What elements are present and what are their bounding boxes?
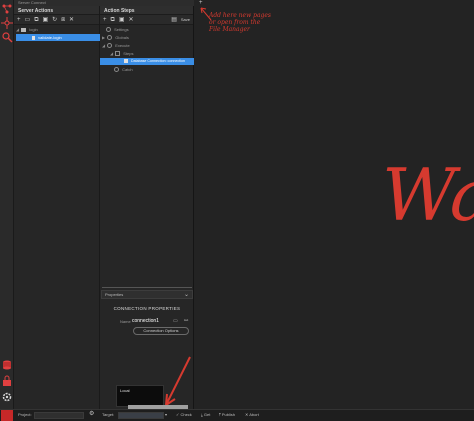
copy-step-icon[interactable]: ⧉ <box>111 17 115 23</box>
target-dropdown-popup: Local <box>116 385 164 407</box>
properties-header[interactable]: Properties ⌄ <box>101 290 193 299</box>
security-icon[interactable] <box>1 374 13 386</box>
paste-icon[interactable]: ▣ <box>42 17 48 23</box>
app-logo-icon[interactable] <box>1 410 13 421</box>
steps-icon <box>115 51 121 57</box>
target-chevron-icon[interactable]: ▾ <box>165 412 167 417</box>
tree-folder-label: login <box>29 27 38 32</box>
gear-icon <box>106 27 111 33</box>
globe-icon <box>107 35 113 41</box>
action-steps-header: Action Steps <box>100 6 193 15</box>
tree-folder-row[interactable]: ◢ login <box>16 26 100 33</box>
paste-step-icon[interactable]: ▣ <box>119 17 125 23</box>
annotation-arrow-large <box>164 353 224 413</box>
target-option-local[interactable]: Local <box>117 386 163 395</box>
database-icon[interactable] <box>1 358 13 370</box>
chevron-down-icon[interactable]: ⌄ <box>184 291 189 298</box>
folder-open-icon[interactable]: ▭ <box>173 318 178 324</box>
target-label: Target: <box>102 412 115 417</box>
name-label: Name <box>120 319 131 324</box>
step-steps[interactable]: ◢ Steps <box>110 50 133 57</box>
caret-down-icon[interactable]: ◢ <box>102 42 106 49</box>
folder-icon <box>21 27 27 32</box>
step-execute[interactable]: ◢ Execute <box>102 42 130 49</box>
main-canvas: + Add here new pages or open from the Fi… <box>165 0 474 409</box>
file-icon <box>32 35 35 40</box>
check-button[interactable]: ✓ Check <box>176 412 192 417</box>
caret-down-icon[interactable]: ◢ <box>16 26 20 33</box>
canvas-logo-text: Wa <box>382 153 474 237</box>
target-select[interactable] <box>118 412 164 419</box>
step-globals[interactable]: ▶ Globals <box>102 34 129 41</box>
action-steps-toolbar: + ⧉ ▣ ✕ ▤ Save <box>100 15 193 25</box>
server-actions-toolbar: + ▭ ⧉ ▣ ↻ ⧈ ✕ <box>14 15 99 25</box>
link-icon[interactable]: ⚯ <box>184 318 188 324</box>
connection-properties-title: CONNECTION PROPERTIES <box>113 306 181 311</box>
db-connection-icon <box>124 59 128 64</box>
server-connect-icon[interactable] <box>1 16 13 29</box>
tree-file-row[interactable]: validate-login <box>16 34 100 41</box>
step-db-connection[interactable]: Database Connection: connection <box>100 58 194 65</box>
project-select[interactable] <box>34 412 84 419</box>
copy-icon[interactable]: ⧉ <box>34 17 38 23</box>
settings-icon[interactable] <box>1 390 13 402</box>
project-label: Project: <box>18 412 32 417</box>
server-actions-header: Server Actions <box>14 6 99 15</box>
abort-button[interactable]: ✕ Abort <box>245 412 259 417</box>
window-title: Server Connect <box>18 0 46 5</box>
delete-icon[interactable]: ✕ <box>69 17 74 23</box>
annotation-text: Add here new pages or open from the File… <box>209 12 272 33</box>
project-settings-icon[interactable]: ⚙ <box>89 410 94 417</box>
catch-icon <box>114 67 119 73</box>
refresh-icon[interactable]: ↻ <box>52 17 57 23</box>
publish-button[interactable]: ⤒ Publish <box>219 412 235 417</box>
duplicate-icon[interactable]: ⧈ <box>61 17 65 23</box>
app-window: Server Connect Server Actions + ▭ ⧉ ▣ ↻ … <box>0 0 474 421</box>
caret-down-icon[interactable]: ◢ <box>110 50 114 57</box>
tree-file-label: validate-login <box>38 35 62 40</box>
save-button[interactable]: Save <box>181 17 190 23</box>
bottom-bar: Project: ⚙ Target: ▾ ✓ Check ⤓ Get ⤒ Pub… <box>0 409 474 421</box>
name-value[interactable]: connection1 <box>132 318 159 324</box>
save-icon[interactable]: ▤ <box>171 17 177 23</box>
action-steps-panel: Action Steps + ⧉ ▣ ✕ ▤ Save Settings ▶ G… <box>100 6 194 410</box>
splitter[interactable] <box>102 287 192 288</box>
add-step-icon[interactable]: + <box>103 17 107 23</box>
connections-icon[interactable] <box>1 2 13 14</box>
add-icon[interactable]: + <box>17 17 21 23</box>
get-button[interactable]: ⤓ Get <box>201 412 210 417</box>
step-settings[interactable]: Settings <box>106 26 129 33</box>
connection-options-button[interactable]: Connection Options <box>133 327 189 335</box>
new-folder-icon[interactable]: ▭ <box>25 17 31 23</box>
server-actions-panel: Server Actions + ▭ ⧉ ▣ ↻ ⧈ ✕ ◢ login val… <box>14 6 100 410</box>
left-toolbar <box>0 0 14 409</box>
caret-right-icon[interactable]: ▶ <box>102 34 106 41</box>
delete-step-icon[interactable]: ✕ <box>128 17 133 23</box>
search-icon[interactable] <box>1 30 13 43</box>
play-icon <box>107 43 113 49</box>
step-catch[interactable]: Catch <box>114 66 133 73</box>
